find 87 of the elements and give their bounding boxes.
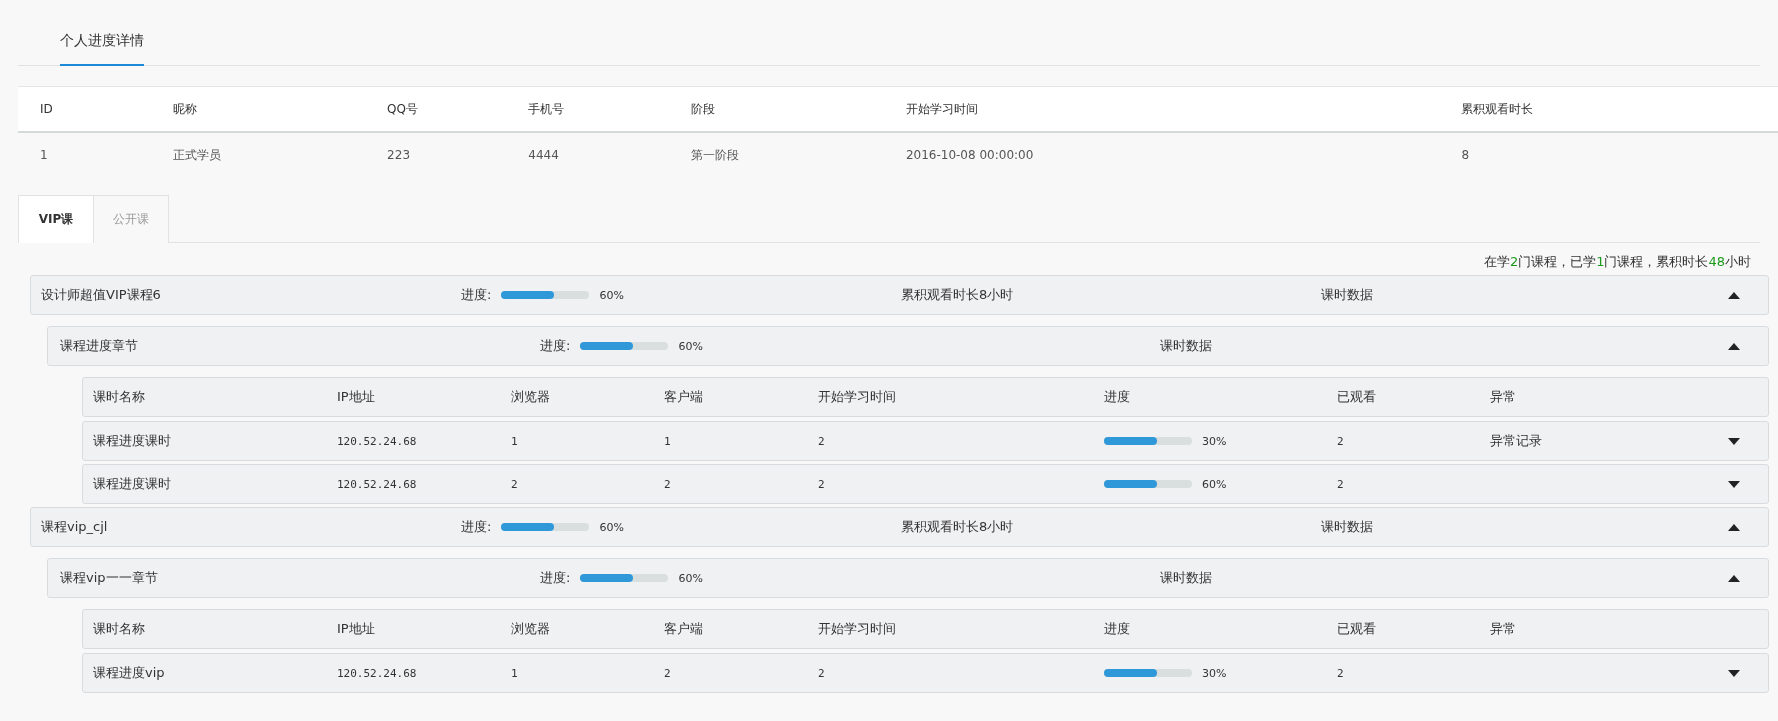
table-cell: 第一阶段 bbox=[690, 132, 905, 177]
progress-percent: 60% bbox=[1202, 477, 1227, 491]
table-cell-text: 2 bbox=[511, 477, 519, 491]
table-cell: 正式学员 bbox=[171, 132, 387, 177]
collapse-arrow-icon[interactable] bbox=[1728, 574, 1740, 582]
column-header: QQ号 bbox=[386, 86, 528, 132]
progress-percent: 60% bbox=[599, 288, 624, 302]
progress-label: 进度: bbox=[461, 518, 492, 536]
lesson-data-label: 课时数据 bbox=[1160, 569, 1213, 587]
ip-address: 120.52.24.68 bbox=[337, 434, 418, 448]
course-name: 课程vip_cjl bbox=[41, 518, 109, 536]
table-cell-text: 2 bbox=[818, 477, 826, 491]
ip-address: 120.52.24.68 bbox=[337, 666, 418, 680]
progress-percent: 60% bbox=[599, 520, 624, 534]
progress-percent: 60% bbox=[678, 339, 703, 353]
lesson-row[interactable]: 课程进度vip 120.52.24.68 1 2 2 30% 2 bbox=[82, 653, 1769, 693]
chapter-row[interactable]: 课程进度章节 进度: 60% 课时数据 bbox=[47, 326, 1769, 366]
course-row[interactable]: 设计师超值VIP课程6 进度: 60% 累积观看时长8小时 课时数据 bbox=[30, 275, 1769, 315]
table-cell: 8 bbox=[1460, 132, 1778, 177]
column-header: 客户端 bbox=[664, 620, 704, 638]
column-header: 已观看 bbox=[1337, 620, 1377, 638]
table-cell-text: 2 bbox=[664, 666, 672, 680]
column-header: 已观看 bbox=[1337, 388, 1377, 406]
summary-text: 在学2门课程，已学1门课程，累积时长48小时 bbox=[1483, 254, 1751, 269]
collapse-arrow-icon[interactable] bbox=[1728, 342, 1740, 350]
page-tab[interactable]: 个人进度详情 bbox=[60, 32, 144, 66]
column-header: 阶段 bbox=[690, 86, 905, 132]
column-header: 客户端 bbox=[664, 388, 704, 406]
progress-percent: 30% bbox=[1202, 666, 1227, 680]
expand-arrow-icon[interactable] bbox=[1728, 669, 1740, 677]
collapse-arrow-icon[interactable] bbox=[1728, 523, 1740, 531]
table-cell-text: 2 bbox=[1337, 477, 1345, 491]
column-header: 异常 bbox=[1490, 388, 1517, 406]
table-cell: 223 bbox=[386, 132, 528, 177]
table-cell-text: 2 bbox=[1337, 434, 1345, 448]
table-cell: 1 bbox=[18, 132, 172, 177]
course-name: 设计师超值VIP课程6 bbox=[41, 286, 162, 304]
column-header: 昵称 bbox=[171, 86, 387, 132]
course-tab[interactable]: VIP课 bbox=[18, 195, 94, 243]
progress-label: 进度: bbox=[461, 286, 492, 304]
table-cell-text: 2 bbox=[818, 434, 826, 448]
chapter-name: 课程vip一一章节 bbox=[60, 569, 159, 587]
expand-arrow-icon[interactable] bbox=[1728, 437, 1740, 445]
column-header: IP地址 bbox=[337, 388, 376, 406]
collapse-arrow-icon[interactable] bbox=[1728, 291, 1740, 299]
lesson-name: 课程进度课时 bbox=[93, 475, 172, 493]
watch-time: 累积观看时长8小时 bbox=[901, 286, 1015, 304]
column-header: IP地址 bbox=[337, 620, 376, 638]
table-cell-text: 2 bbox=[664, 477, 672, 491]
column-header: 进度 bbox=[1104, 388, 1131, 406]
table-cell-text: 1 bbox=[511, 434, 519, 448]
table-cell: 2016-10-08 00:00:00 bbox=[904, 132, 1461, 177]
progress-label: 进度: bbox=[540, 569, 571, 587]
progress-percent: 60% bbox=[678, 571, 703, 585]
column-header: 异常 bbox=[1490, 620, 1517, 638]
progress-percent: 30% bbox=[1202, 434, 1227, 448]
ip-address: 120.52.24.68 bbox=[337, 477, 418, 491]
column-header: ID bbox=[18, 86, 172, 132]
progress-label: 进度: bbox=[540, 337, 571, 355]
column-header: 进度 bbox=[1104, 620, 1131, 638]
chapter-name: 课程进度章节 bbox=[60, 337, 139, 355]
table-cell-text: 1 bbox=[664, 434, 672, 448]
column-header: 开始学习时间 bbox=[818, 620, 897, 638]
table-cell: 4444 bbox=[527, 132, 691, 177]
lesson-row[interactable]: 课程进度课时 120.52.24.68 1 1 2 30% 2 异常记录 bbox=[82, 421, 1769, 461]
column-header: 累积观看时长 bbox=[1460, 86, 1778, 132]
column-header: 手机号 bbox=[527, 86, 691, 132]
course-row[interactable]: 课程vip_cjl 进度: 60% 累积观看时长8小时 课时数据 bbox=[30, 507, 1769, 547]
column-header: 开始学习时间 bbox=[904, 86, 1461, 132]
chapter-row[interactable]: 课程vip一一章节 进度: 60% 课时数据 bbox=[47, 558, 1769, 598]
lesson-row[interactable]: 课程进度课时 120.52.24.68 2 2 2 60% 2 bbox=[82, 464, 1769, 504]
lesson-data-label: 课时数据 bbox=[1321, 518, 1374, 536]
watch-time: 累积观看时长8小时 bbox=[901, 518, 1015, 536]
lesson-data-label: 课时数据 bbox=[1321, 286, 1374, 304]
lesson-data-label: 课时数据 bbox=[1160, 337, 1213, 355]
table-cell-text: 1 bbox=[511, 666, 519, 680]
table-cell-text: 2 bbox=[818, 666, 826, 680]
table-cell-text: 2 bbox=[1337, 666, 1345, 680]
column-header: 开始学习时间 bbox=[818, 388, 897, 406]
column-header: 浏览器 bbox=[511, 388, 551, 406]
lesson-name: 课程进度vip bbox=[93, 664, 166, 682]
column-header: 课时名称 bbox=[93, 388, 146, 406]
abnormal-record-link[interactable]: 异常记录 bbox=[1490, 432, 1728, 450]
lesson-name: 课程进度课时 bbox=[93, 432, 172, 450]
expand-arrow-icon[interactable] bbox=[1728, 480, 1740, 488]
column-header: 课时名称 bbox=[93, 620, 146, 638]
column-header: 浏览器 bbox=[511, 620, 551, 638]
